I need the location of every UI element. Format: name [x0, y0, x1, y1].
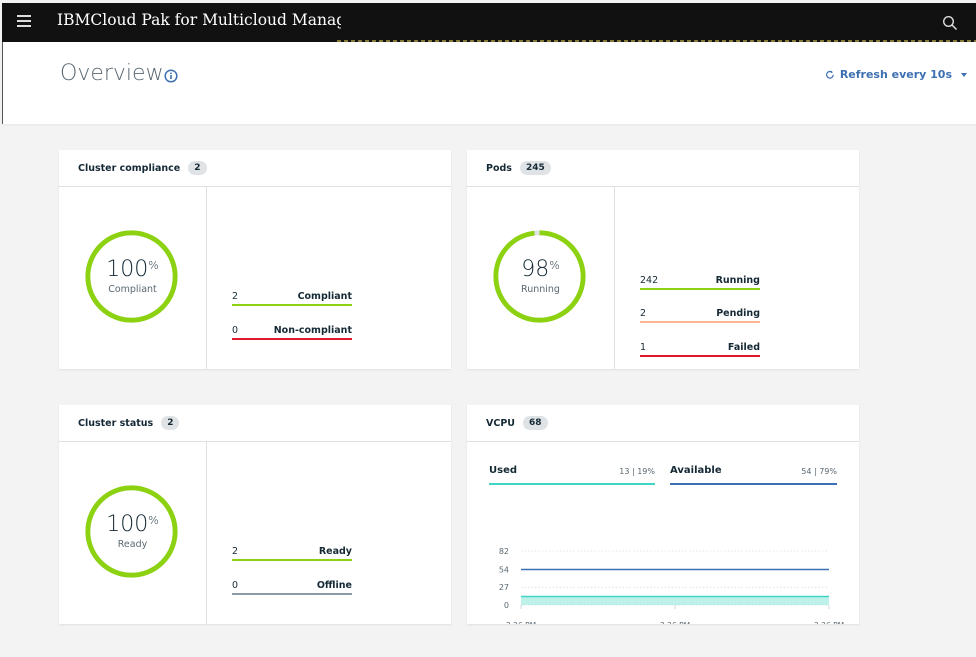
legend-item-compliant[interactable]: 2 Compliant	[232, 286, 352, 306]
page-header: Overview Refresh every 10s	[2, 42, 976, 124]
legend-label: Offline	[316, 580, 352, 591]
donut-chart: 100% Ready	[59, 442, 207, 624]
cluster-status-card: Cluster status 2 100% Ready 2 Ready 0 Of…	[59, 405, 451, 624]
legend-label: Ready	[318, 546, 352, 557]
vcpu-chart-area: Used 13 | 19% Available 54 | 79% 82 54 27 0…	[467, 442, 859, 624]
legend-value: 242	[640, 275, 659, 286]
donut-chart: 100% Compliant	[59, 187, 207, 369]
legend-item-non-compliant[interactable]: 0 Non-compliant	[232, 320, 352, 340]
y-tick-label: 82	[499, 547, 509, 556]
refresh-icon	[825, 70, 834, 79]
card-header: VCPU 68	[467, 405, 859, 442]
vcpu-card: VCPU 68 Used 13 | 19% Available 54 | 79%…	[467, 405, 859, 624]
legend-item-running[interactable]: 242 Running	[640, 270, 760, 290]
legend-label: Running	[715, 275, 760, 286]
used-area	[521, 596, 829, 605]
legend-item-pending[interactable]: 2 Pending	[640, 303, 760, 323]
legend-item-failed[interactable]: 1 Failed	[640, 337, 760, 357]
card-header: Cluster compliance 2	[59, 150, 451, 187]
card-header: Pods 245	[467, 150, 859, 187]
legend-label: Failed	[727, 342, 760, 353]
legend-label: Non-compliant	[273, 325, 352, 336]
refresh-interval-dropdown[interactable]: Refresh every 10s	[825, 68, 971, 81]
card-title: VCPU	[486, 417, 516, 429]
legend-item-ready[interactable]: 2 Ready	[232, 541, 352, 561]
donut-percentage: 100%	[106, 257, 159, 282]
card-header: Cluster status 2	[59, 405, 451, 442]
refresh-label: Refresh every 10s	[839, 68, 952, 81]
count-badge: 68	[523, 416, 548, 430]
donut-percentage: 98%	[521, 257, 560, 282]
y-tick-label: 54	[499, 565, 509, 574]
card-title: Cluster status	[78, 417, 154, 429]
legend-value: 2	[232, 546, 239, 557]
legend-value: 0	[232, 580, 239, 591]
legend-value: 2	[640, 308, 647, 319]
legend-value: 2	[232, 291, 239, 302]
cluster-compliance-card: Cluster compliance 2 100% Compliant 2 Co…	[59, 150, 451, 369]
donut-label: Compliant	[108, 284, 157, 295]
count-badge: 2	[188, 161, 207, 175]
vcpu-line-chart: 82 54 27 0 3:26 PM 3:26 PM 3:26 PM	[499, 547, 844, 624]
donut-chart: 98% Running	[467, 187, 615, 369]
count-badge: 2	[161, 416, 180, 430]
pods-card: Pods 245 98% Running 242 Running 2 Pendi…	[467, 150, 859, 369]
donut-percentage: 100%	[106, 512, 159, 537]
legend-item-offline[interactable]: 0 Offline	[232, 575, 352, 595]
legend-value: 1	[640, 342, 647, 353]
count-badge: 245	[519, 161, 551, 175]
card-title: Pods	[486, 162, 512, 174]
legend-value: 0	[232, 325, 239, 336]
chevron-down-icon	[961, 72, 967, 77]
x-tick-label: 3:26 PM	[660, 621, 690, 624]
x-tick-label: 3:26 PM	[506, 621, 536, 624]
app-title: IBMCloud Pak for Multicloud Manager	[57, 11, 341, 29]
y-tick-label: 27	[499, 583, 509, 592]
y-tick-label: 0	[504, 601, 509, 610]
legend-label: Pending	[716, 308, 760, 319]
donut-label: Ready	[117, 539, 148, 550]
card-title: Cluster compliance	[78, 162, 181, 174]
search-icon[interactable]	[942, 15, 958, 31]
page-title: Overview	[60, 61, 164, 86]
hamburger-menu-icon[interactable]	[17, 15, 31, 29]
donut-label: Running	[521, 284, 560, 295]
legend-label: Compliant	[297, 291, 352, 302]
top-nav-bar: IBMCloud Pak for Multicloud Manager	[2, 3, 976, 42]
x-tick-label: 3:26 PM	[814, 621, 844, 624]
info-icon[interactable]	[164, 69, 178, 83]
